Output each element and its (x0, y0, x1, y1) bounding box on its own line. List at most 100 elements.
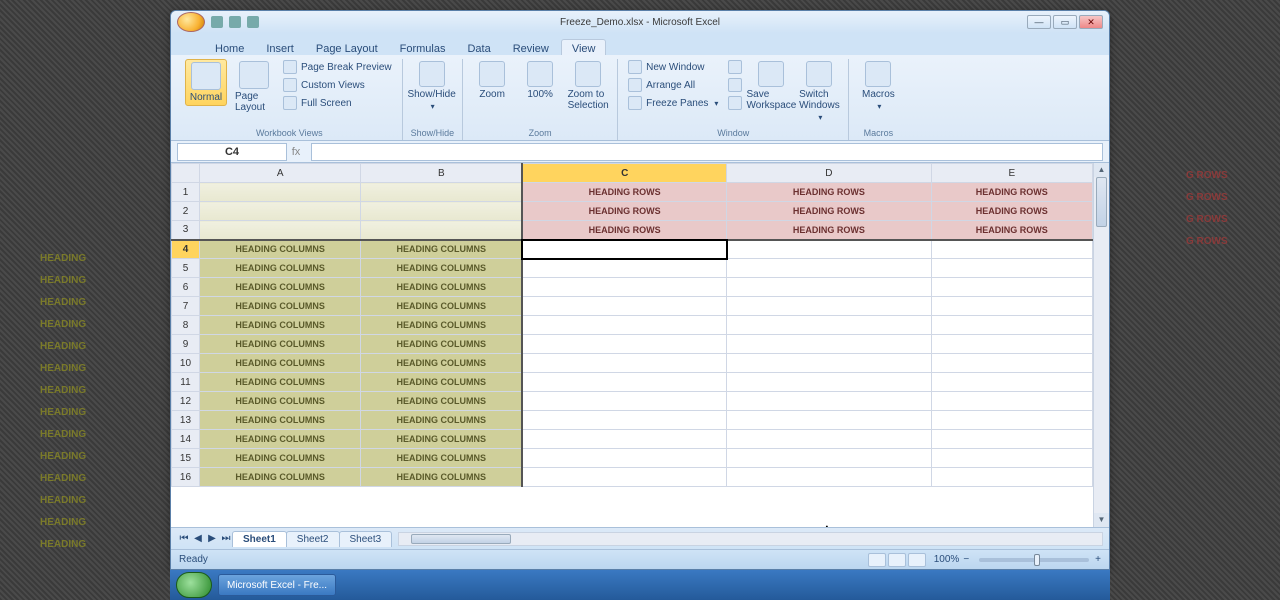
row-header-13[interactable]: 13 (172, 411, 200, 430)
cell-A10[interactable]: HEADING COLUMNS (199, 354, 360, 373)
arrange-all-button[interactable]: Arrange All (626, 77, 720, 93)
cell-B7[interactable]: HEADING COLUMNS (361, 297, 522, 316)
cell-A13[interactable]: HEADING COLUMNS (199, 411, 360, 430)
hscroll-thumb[interactable] (411, 534, 511, 544)
taskbar-item-excel[interactable]: Microsoft Excel - Fre... (218, 574, 336, 596)
unhide-button[interactable] (726, 95, 744, 111)
cell-C9[interactable] (522, 335, 726, 354)
zoom-slider[interactable] (979, 558, 1089, 562)
cell-D6[interactable] (727, 278, 931, 297)
cell-A14[interactable]: HEADING COLUMNS (199, 430, 360, 449)
row-header-2[interactable]: 2 (172, 202, 200, 221)
split-button[interactable] (726, 59, 744, 75)
cell-B4[interactable]: HEADING COLUMNS (361, 240, 522, 259)
tab-formulas[interactable]: Formulas (390, 40, 456, 55)
cell-C14[interactable] (522, 430, 726, 449)
zoom-to-selection-button[interactable]: Zoom to Selection (567, 59, 609, 113)
scroll-thumb[interactable] (1096, 177, 1107, 227)
cell-C1[interactable]: HEADING ROWS (522, 183, 726, 202)
cell-C3[interactable]: HEADING ROWS (522, 221, 726, 240)
cell-A12[interactable]: HEADING COLUMNS (199, 392, 360, 411)
cell-B14[interactable]: HEADING COLUMNS (361, 430, 522, 449)
cell-C15[interactable] (522, 449, 726, 468)
column-header-D[interactable]: D (727, 164, 931, 183)
sheet-tab-sheet1[interactable]: Sheet1 (232, 531, 287, 547)
cell-A1[interactable] (199, 183, 360, 202)
cell-C16[interactable] (522, 468, 726, 487)
cell-D10[interactable] (727, 354, 931, 373)
tab-insert[interactable]: Insert (256, 40, 304, 55)
cell-C4[interactable] (522, 240, 726, 259)
cell-E8[interactable] (931, 316, 1092, 335)
save-workspace-button[interactable]: Save Workspace (750, 59, 792, 113)
tab-nav-prev[interactable]: ◀ (191, 533, 205, 544)
cell-D4[interactable] (727, 240, 931, 259)
page-layout-button[interactable]: Page Layout (233, 59, 275, 115)
cell-C10[interactable] (522, 354, 726, 373)
row-header-11[interactable]: 11 (172, 373, 200, 392)
grid[interactable]: ABCDE1HEADING ROWSHEADING ROWSHEADING RO… (171, 163, 1093, 527)
tab-nav-last[interactable]: ⏭ (219, 533, 233, 544)
tab-review[interactable]: Review (503, 40, 559, 55)
column-header-B[interactable]: B (361, 164, 522, 183)
normal-view-button[interactable]: Normal (185, 59, 227, 106)
cell-A2[interactable] (199, 202, 360, 221)
cell-C5[interactable] (522, 259, 726, 278)
cell-D13[interactable] (727, 411, 931, 430)
tab-home[interactable]: Home (205, 40, 254, 55)
column-header-C[interactable]: C (522, 164, 726, 183)
tab-data[interactable]: Data (457, 40, 500, 55)
macros-button[interactable]: Macros▾ (857, 59, 899, 113)
tab-nav-next[interactable]: ▶ (205, 533, 219, 544)
cell-A4[interactable]: HEADING COLUMNS (199, 240, 360, 259)
cell-D14[interactable] (727, 430, 931, 449)
cell-C13[interactable] (522, 411, 726, 430)
column-header-E[interactable]: E (931, 164, 1092, 183)
view-page-layout-button[interactable] (888, 553, 906, 567)
cell-D9[interactable] (727, 335, 931, 354)
full-screen-button[interactable]: Full Screen (281, 95, 394, 111)
close-button[interactable]: ✕ (1079, 15, 1103, 29)
cell-A16[interactable]: HEADING COLUMNS (199, 468, 360, 487)
cell-E2[interactable]: HEADING ROWS (931, 202, 1092, 221)
cell-E10[interactable] (931, 354, 1092, 373)
cell-E14[interactable] (931, 430, 1092, 449)
column-header-A[interactable]: A (199, 164, 360, 183)
view-normal-button[interactable] (868, 553, 886, 567)
cell-B15[interactable]: HEADING COLUMNS (361, 449, 522, 468)
row-header-9[interactable]: 9 (172, 335, 200, 354)
cell-C12[interactable] (522, 392, 726, 411)
cell-A5[interactable]: HEADING COLUMNS (199, 259, 360, 278)
zoom-100-button[interactable]: 100% (519, 59, 561, 102)
page-break-preview-button[interactable]: Page Break Preview (281, 59, 394, 75)
row-header-12[interactable]: 12 (172, 392, 200, 411)
row-header-3[interactable]: 3 (172, 221, 200, 240)
zoom-button[interactable]: Zoom (471, 59, 513, 102)
cell-B11[interactable]: HEADING COLUMNS (361, 373, 522, 392)
cell-D15[interactable] (727, 449, 931, 468)
cell-E1[interactable]: HEADING ROWS (931, 183, 1092, 202)
select-all-corner[interactable] (172, 164, 200, 183)
show-hide-button[interactable]: Show/Hide▾ (411, 59, 453, 113)
cell-B8[interactable]: HEADING COLUMNS (361, 316, 522, 335)
formula-bar[interactable] (311, 143, 1103, 161)
row-header-14[interactable]: 14 (172, 430, 200, 449)
cell-C7[interactable] (522, 297, 726, 316)
cell-D12[interactable] (727, 392, 931, 411)
cell-A7[interactable]: HEADING COLUMNS (199, 297, 360, 316)
office-button[interactable] (177, 12, 205, 32)
scroll-up-arrow-icon[interactable]: ▲ (1094, 163, 1109, 177)
row-header-1[interactable]: 1 (172, 183, 200, 202)
custom-views-button[interactable]: Custom Views (281, 77, 394, 93)
qat-redo-icon[interactable] (247, 16, 259, 28)
cell-B9[interactable]: HEADING COLUMNS (361, 335, 522, 354)
row-header-5[interactable]: 5 (172, 259, 200, 278)
new-window-button[interactable]: New Window (626, 59, 720, 75)
name-box[interactable]: C4 (177, 143, 287, 161)
cell-C2[interactable]: HEADING ROWS (522, 202, 726, 221)
cell-A15[interactable]: HEADING COLUMNS (199, 449, 360, 468)
cell-A6[interactable]: HEADING COLUMNS (199, 278, 360, 297)
cell-D8[interactable] (727, 316, 931, 335)
cell-E5[interactable] (931, 259, 1092, 278)
cell-B3[interactable] (361, 221, 522, 240)
